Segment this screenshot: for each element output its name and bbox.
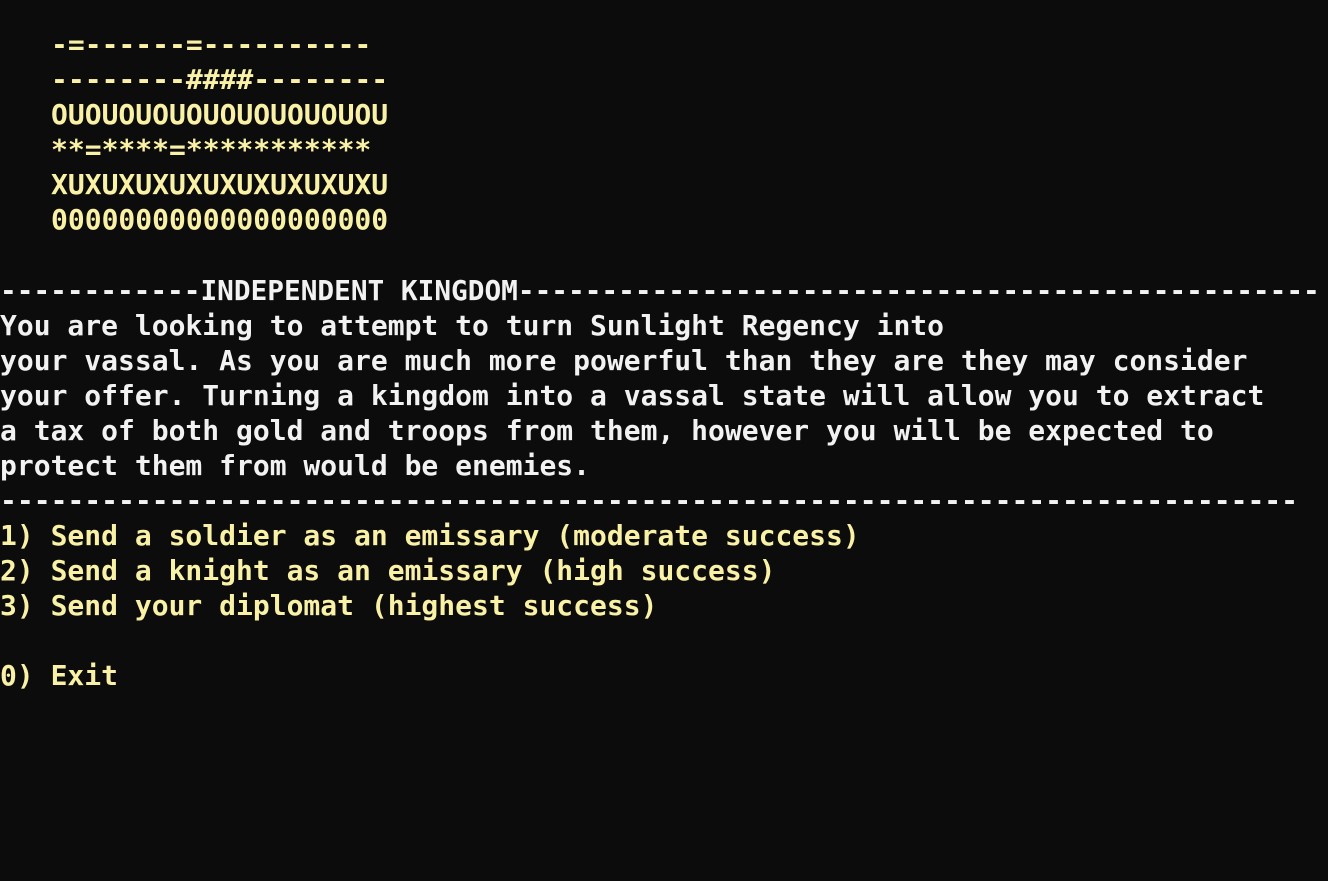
option-send-knight[interactable]: 2) Send a knight as an emissary (high su… — [0, 553, 775, 588]
description-line: You are looking to attempt to turn Sunli… — [0, 309, 945, 342]
option-exit[interactable]: 0) Exit — [0, 658, 118, 693]
description-line: your vassal. As you are much more powerf… — [0, 344, 1248, 377]
console-screen: -=------=---------- --------####--------… — [0, 0, 1328, 881]
description-line: your offer. Turning a kingdom into a vas… — [0, 379, 1265, 412]
banner-line: --------####-------- — [51, 63, 389, 96]
banner-line: **=****=*********** — [51, 133, 372, 166]
section-header: ------------INDEPENDENT KINGDOM---------… — [0, 274, 1320, 307]
option-send-diplomat[interactable]: 3) Send your diplomat (highest success) — [0, 588, 657, 623]
banner-line: XUXUXUXUXUXUXUXUXUXU — [51, 168, 389, 201]
banner-line: -=------=---------- — [51, 28, 372, 61]
section-divider: ----------------------------------------… — [0, 484, 1299, 517]
option-send-soldier[interactable]: 1) Send a soldier as an emissary (modera… — [0, 518, 860, 553]
banner-line: OUOUOUOUOUOUOUOUOUOU — [51, 98, 389, 131]
description-line: a tax of both gold and troops from them,… — [0, 414, 1214, 447]
banner-line: 00000000000000000000 — [51, 203, 389, 236]
description-line: protect them from would be enemies. — [0, 449, 591, 482]
